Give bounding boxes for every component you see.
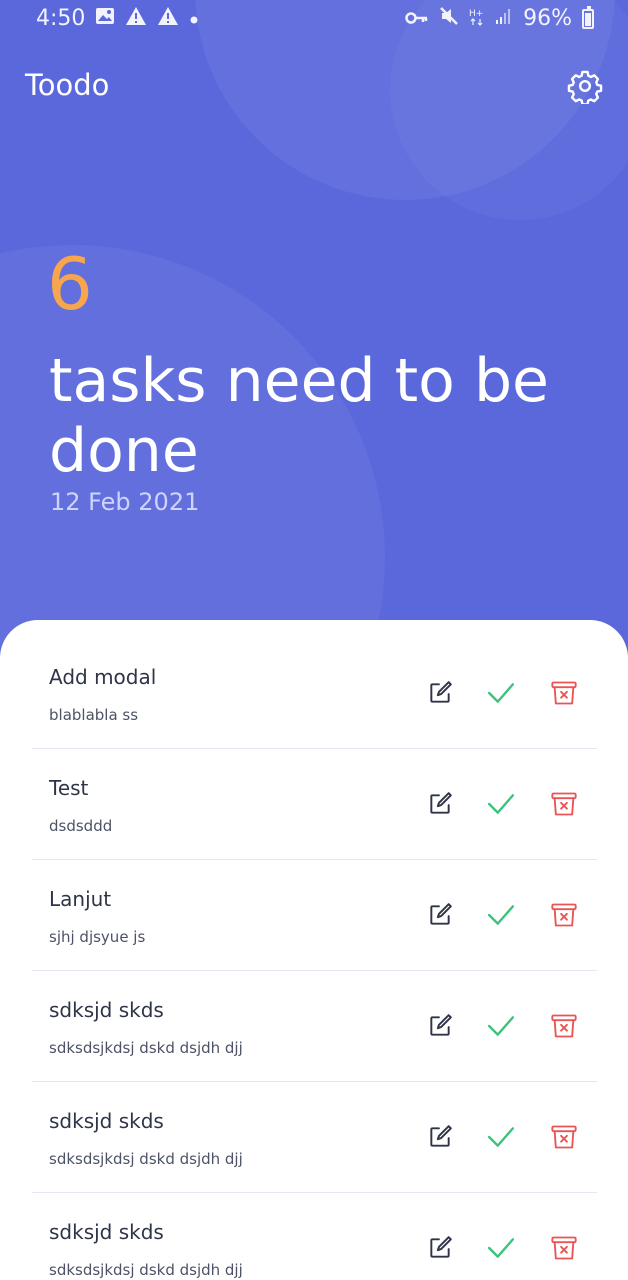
task-item: sdksjd skds sdksdsjkdsj dskd dsjdh djj <box>32 1082 597 1193</box>
check-icon <box>487 905 515 925</box>
edit-icon <box>430 1236 452 1258</box>
gear-icon <box>567 70 603 104</box>
check-icon <box>487 794 515 814</box>
complete-button[interactable] <box>486 900 516 930</box>
delete-button[interactable] <box>549 1233 579 1263</box>
trash-icon <box>551 1125 577 1149</box>
edit-icon <box>430 792 452 814</box>
edit-icon <box>430 1125 452 1147</box>
delete-button[interactable] <box>549 789 579 819</box>
trash-icon <box>551 1014 577 1038</box>
delete-button[interactable] <box>549 678 579 708</box>
edit-button[interactable] <box>425 900 455 930</box>
complete-button[interactable] <box>486 789 516 819</box>
warning-icon <box>125 6 147 31</box>
task-item: sdksjd skds sdksdsjkdsj dskd dsjdh djj <box>32 971 597 1082</box>
task-list: Add modal blablabla ss Test dsdsddd Lanj… <box>32 638 597 1280</box>
task-description: sdksdsjkdsj dskd dsjdh djj <box>49 1150 243 1168</box>
task-title: sdksjd skds <box>49 1109 164 1133</box>
edit-button[interactable] <box>425 678 455 708</box>
task-description: sdksdsjkdsj dskd dsjdh djj <box>49 1261 243 1279</box>
settings-button[interactable] <box>566 67 604 105</box>
task-description: sjhj djsyue js <box>49 928 146 946</box>
edit-button[interactable] <box>425 1011 455 1041</box>
task-title: Add modal <box>49 665 157 689</box>
edit-icon <box>430 1014 452 1036</box>
edit-icon <box>430 681 452 703</box>
trash-icon <box>551 792 577 816</box>
status-bar: 4:50 H+ 96% <box>0 0 628 40</box>
svg-text:H+: H+ <box>469 9 483 19</box>
signal-icon <box>495 7 513 30</box>
app-title: Toodo <box>25 68 110 102</box>
task-description: dsdsddd <box>49 817 113 835</box>
edit-button[interactable] <box>425 1233 455 1263</box>
app-screen: 4:50 H+ 96% Toodo 6 tasks need to be don… <box>0 0 628 1280</box>
check-icon <box>487 1016 515 1036</box>
hplus-icon: H+ <box>469 6 485 31</box>
edit-icon <box>430 903 452 925</box>
task-title: Lanjut <box>49 887 112 911</box>
warning-icon <box>157 6 179 31</box>
task-item: Lanjut sjhj djsyue js <box>32 860 597 971</box>
dot-icon <box>189 8 199 30</box>
image-icon <box>95 7 115 30</box>
complete-button[interactable] <box>486 1233 516 1263</box>
current-date: 12 Feb 2021 <box>50 488 200 516</box>
task-title: sdksjd skds <box>49 1220 164 1244</box>
delete-button[interactable] <box>549 1011 579 1041</box>
status-time: 4:50 <box>36 6 86 31</box>
trash-icon <box>551 1236 577 1260</box>
complete-button[interactable] <box>486 1122 516 1152</box>
complete-button[interactable] <box>486 678 516 708</box>
delete-button[interactable] <box>549 1122 579 1152</box>
trash-icon <box>551 681 577 705</box>
battery-icon <box>582 5 594 29</box>
mute-icon <box>439 6 459 31</box>
task-item: Test dsdsddd <box>32 749 597 860</box>
task-description: sdksdsjkdsj dskd dsjdh djj <box>49 1039 243 1057</box>
key-icon <box>405 8 429 30</box>
task-title: Test <box>49 776 89 800</box>
complete-button[interactable] <box>486 1011 516 1041</box>
task-description: blablabla ss <box>49 706 139 724</box>
check-icon <box>487 683 515 703</box>
trash-icon <box>551 903 577 927</box>
task-count: 6 <box>47 242 93 326</box>
check-icon <box>487 1238 515 1258</box>
headline: tasks need to be done <box>49 346 549 486</box>
battery-level: 96% <box>523 6 572 31</box>
delete-button[interactable] <box>549 900 579 930</box>
edit-button[interactable] <box>425 789 455 819</box>
edit-button[interactable] <box>425 1122 455 1152</box>
task-title: sdksjd skds <box>49 998 164 1022</box>
task-item: Add modal blablabla ss <box>32 638 597 749</box>
task-item: sdksjd skds sdksdsjkdsj dskd dsjdh djj <box>32 1193 597 1280</box>
check-icon <box>487 1127 515 1147</box>
task-sheet: Add modal blablabla ss Test dsdsddd Lanj… <box>0 620 628 1280</box>
